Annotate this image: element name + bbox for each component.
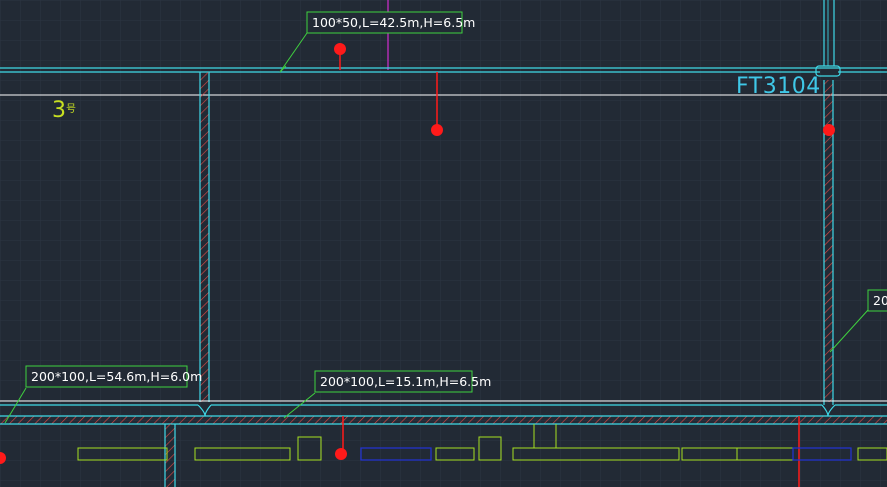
floor-tag-number: 3 [52, 98, 66, 123]
cad-drawing-canvas[interactable]: 100*50,L=42.5m,H=6.5m 200*100,L=54.6m,H=… [0, 0, 887, 487]
label-middle-duct[interactable]: 200*100,L=15.1m,H=6.5m [314, 370, 491, 393]
cad-viewport[interactable]: 100*50,L=42.5m,H=6.5m 200*100,L=54.6m,H=… [0, 0, 887, 487]
room-tag[interactable]: FT3104 [736, 74, 821, 99]
label-top-duct[interactable]: 100*50,L=42.5m,H=6.5m [306, 11, 475, 34]
label-right-duct-text: 20 [873, 293, 887, 308]
label-top-duct-text: 100*50,L=42.5m,H=6.5m [312, 15, 475, 30]
riser-right[interactable] [823, 124, 835, 136]
left-partition-wall [199, 72, 210, 402]
label-right-duct[interactable]: 20 [867, 289, 887, 312]
floor-tag-suffix: 号 [66, 103, 76, 115]
label-middle-duct-text: 200*100,L=15.1m,H=6.5m [320, 374, 491, 389]
label-left-duct-text: 200*100,L=54.6m,H=6.0m [31, 369, 202, 384]
label-left-duct[interactable]: 200*100,L=54.6m,H=6.0m [25, 365, 202, 388]
